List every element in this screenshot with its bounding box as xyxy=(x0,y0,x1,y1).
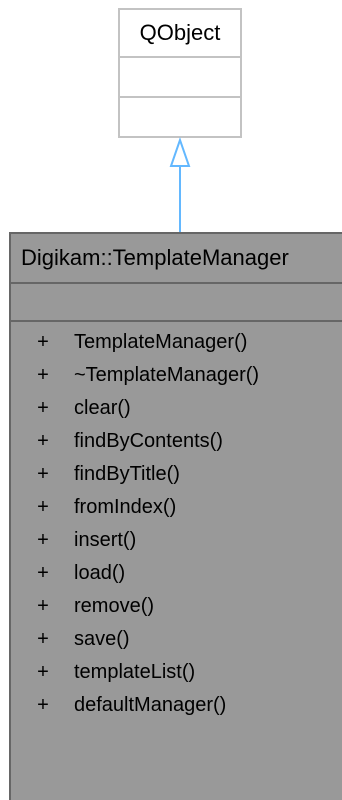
method-name: ~TemplateManager() xyxy=(74,364,260,386)
method-visibility: + xyxy=(37,430,49,452)
class-template-manager: Digikam::TemplateManager + TemplateManage… xyxy=(9,232,342,800)
method-visibility: + xyxy=(37,562,49,584)
method-visibility: + xyxy=(37,397,49,419)
method-name: findByContents() xyxy=(74,430,223,452)
method-row: + findByContents() xyxy=(11,425,342,458)
class-name: Digikam::TemplateManager xyxy=(11,234,342,284)
method-name: remove() xyxy=(74,595,155,617)
method-name: fromIndex() xyxy=(74,496,177,518)
method-row: + clear() xyxy=(11,392,342,425)
method-visibility: + xyxy=(37,694,49,716)
method-name: clear() xyxy=(74,397,131,419)
method-name: load() xyxy=(74,562,126,584)
method-visibility: + xyxy=(37,463,49,485)
method-row: + templateList() xyxy=(11,656,342,689)
class-attributes-section xyxy=(11,284,342,322)
method-visibility: + xyxy=(37,529,49,551)
method-visibility: + xyxy=(37,595,49,617)
method-visibility: + xyxy=(37,331,49,353)
method-name: defaultManager() xyxy=(74,694,227,716)
method-name: TemplateManager() xyxy=(74,331,248,353)
method-row: + fromIndex() xyxy=(11,491,342,524)
method-row: + ~TemplateManager() xyxy=(11,359,342,392)
method-name: templateList() xyxy=(74,661,196,683)
method-visibility: + xyxy=(37,496,49,518)
inheritance-arrowhead-icon xyxy=(169,136,191,167)
method-name: findByTitle() xyxy=(74,463,180,485)
method-visibility: + xyxy=(37,661,49,683)
method-visibility: + xyxy=(37,364,49,386)
class-methods-section: + TemplateManager() + ~TemplateManager() +… xyxy=(11,322,342,722)
method-visibility: + xyxy=(37,628,49,650)
method-name: save() xyxy=(74,628,130,650)
method-name: insert() xyxy=(74,529,137,551)
method-row: + findByTitle() xyxy=(11,458,342,491)
method-row: + remove() xyxy=(11,590,342,623)
method-row: + save() xyxy=(11,623,342,656)
method-row: + defaultManager() xyxy=(11,689,342,722)
method-row: + load() xyxy=(11,557,342,590)
method-row: + TemplateManager() xyxy=(11,326,342,359)
method-row: + insert() xyxy=(11,524,342,557)
